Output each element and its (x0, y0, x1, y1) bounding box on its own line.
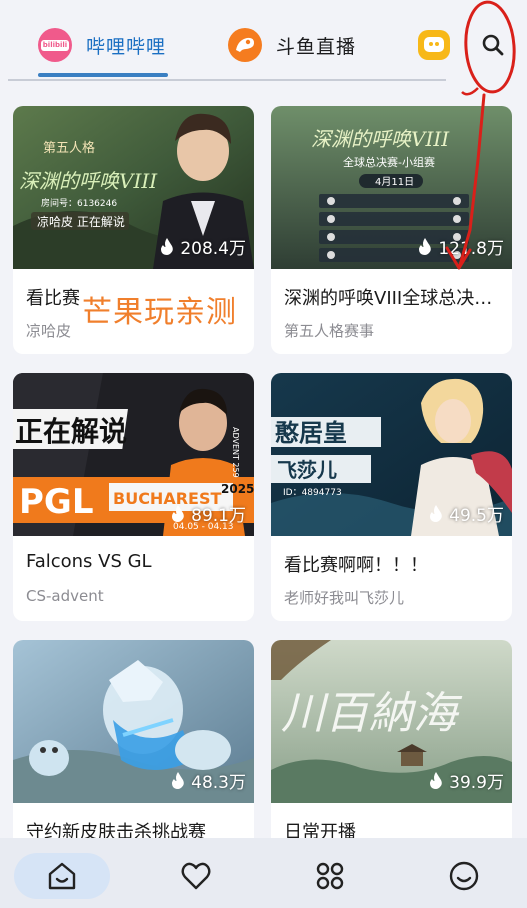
thumb-text: PGL (19, 482, 94, 522)
search-button[interactable] (476, 28, 510, 62)
bottom-navigation (0, 838, 527, 908)
top-tab-bar: bilibili 哔哩哔哩 斗鱼直播 (0, 0, 527, 92)
heat-count: 121.8万 (418, 234, 504, 259)
thumb-text: 4月11日 (375, 176, 414, 188)
thumb-text: 深渊的呼唤VIII (19, 169, 158, 193)
home-icon (48, 862, 76, 890)
stream-thumbnail: 第五人格 深渊的呼唤VIII 房间号：6136246 凉哈皮 正在解说 208.… (13, 106, 254, 269)
thumb-text: 正在解说 (15, 415, 127, 448)
streamer-name: 老师好我叫飞莎儿 (284, 589, 405, 607)
nav-profile[interactable] (416, 853, 512, 899)
stream-card[interactable]: 憨居皇 飞莎儿 ID：4894773 49.5万 看比赛啊啊！！！ 老师好我叫飞… (271, 373, 512, 621)
stream-title: Falcons VS GL (26, 551, 152, 572)
thumb-text: 凉哈皮 正在解说 (37, 214, 125, 229)
stream-card[interactable]: 正在解说 PGL BUCHAREST 2025 ADVENT 259 04.05… (13, 373, 254, 621)
stream-thumbnail: 憨居皇 飞莎儿 ID：4894773 49.5万 (271, 373, 512, 536)
heat-count: 48.3万 (171, 768, 246, 793)
thumb-text: 川百納海 (281, 688, 463, 739)
stream-title: 看比赛啊啊！！！ (284, 555, 428, 576)
flame-icon (161, 238, 174, 255)
tab-label: 哔哩哔哩 (86, 35, 167, 58)
thumb-text: 憨居皇 (275, 419, 347, 447)
thumb-text: ID：4894773 (283, 488, 342, 498)
thumb-text: 2025 (221, 482, 254, 496)
douyu-logo-icon (228, 28, 262, 62)
stream-thumbnail: 深渊的呼唤VIII 全球总决赛-小组赛 4月11日 121.8万 (271, 106, 512, 269)
flame-icon (172, 505, 184, 522)
nav-apps[interactable] (282, 853, 378, 899)
huya-logo-icon (418, 30, 450, 60)
search-icon (482, 34, 504, 56)
thumb-text: 飞莎儿 (277, 458, 337, 482)
tab-bilibili[interactable]: bilibili 哔哩哔哩 (38, 26, 166, 64)
bilibili-logo-icon: bilibili (38, 28, 72, 62)
streamer-name: 凉哈皮 (26, 322, 72, 340)
flame-icon (430, 505, 442, 522)
flame-icon (430, 772, 442, 789)
heat-count: 49.5万 (429, 501, 504, 526)
heat-count: 208.4万 (160, 234, 246, 259)
thumb-text: 深渊的呼唤VIII (311, 127, 450, 151)
stream-card[interactable]: 深渊的呼唤VIII 全球总决赛-小组赛 4月11日 121.8万 深渊的呼唤VI… (271, 106, 512, 354)
flame-icon (172, 772, 184, 789)
flame-icon (419, 238, 432, 255)
tab-douyu[interactable]: 斗鱼直播 (228, 26, 356, 64)
heat-count: 39.9万 (429, 768, 504, 793)
thumb-text: ADVENT 259 (231, 427, 240, 478)
watermark-text: 芒果玩亲测 (82, 295, 237, 330)
nav-favorites[interactable] (148, 853, 244, 899)
streamer-name: CS-advent (26, 587, 104, 605)
tab-divider (8, 79, 446, 81)
heart-icon (181, 862, 211, 890)
thumb-text: 全球总决赛-小组赛 (343, 155, 435, 169)
smile-icon (449, 861, 479, 891)
stream-title: 深渊的呼唤VIII全球总决赛-小组赛 (284, 288, 504, 309)
stream-thumbnail: 正在解说 PGL BUCHAREST 2025 ADVENT 259 04.05… (13, 373, 254, 536)
tab-label: 斗鱼直播 (276, 35, 357, 58)
stream-thumbnail: 48.3万 (13, 640, 254, 803)
tab-huya[interactable] (418, 26, 450, 64)
thumb-text: 房间号：6136246 (41, 197, 117, 209)
heat-count: 89.1万 (171, 501, 246, 526)
nav-home[interactable] (14, 853, 110, 899)
thumb-text: 第五人格 (43, 140, 95, 156)
stream-thumbnail: 川百納海 39.9万 (271, 640, 512, 803)
active-tab-indicator (38, 73, 168, 77)
apps-grid-icon (316, 862, 344, 890)
streamer-name: 第五人格赛事 (284, 322, 375, 340)
